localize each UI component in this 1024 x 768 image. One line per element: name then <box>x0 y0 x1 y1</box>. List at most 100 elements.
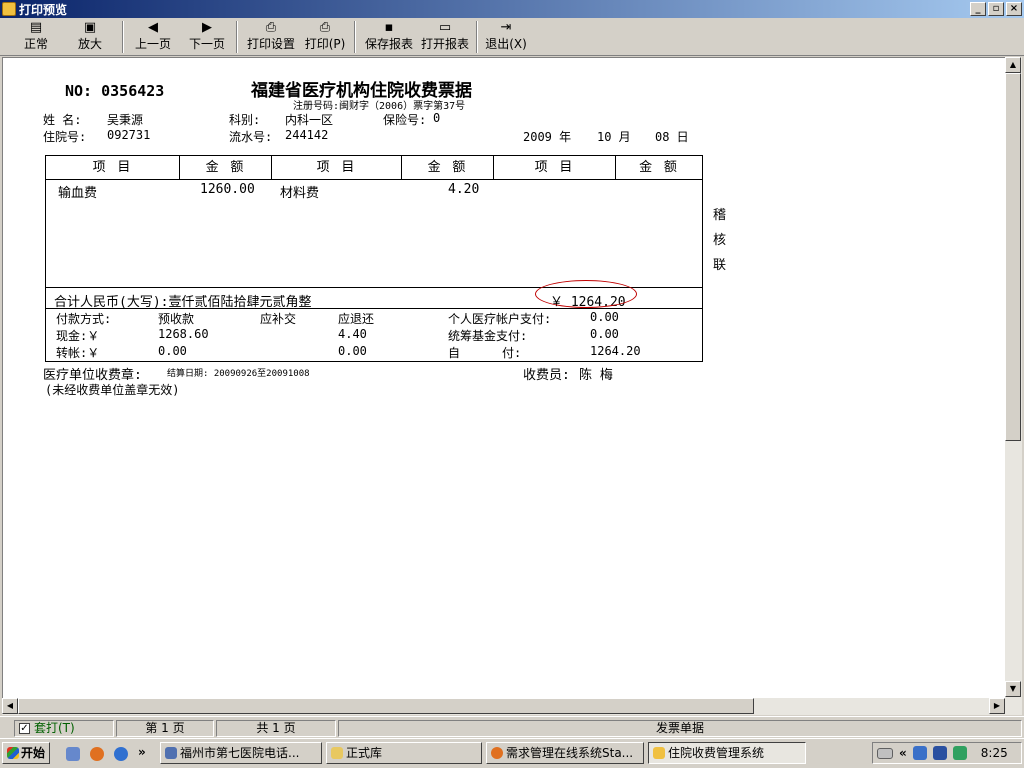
print-setup-button[interactable]: ⎙ 打印设置 <box>244 20 298 54</box>
side-mark-1: 稽 <box>713 208 727 223</box>
vertical-scroll-thumb[interactable] <box>1005 73 1021 441</box>
minimize-button[interactable]: _ <box>970 2 986 16</box>
prev-page-button[interactable]: ◀ 上一页 <box>132 20 174 54</box>
horizontal-scrollbar[interactable]: ◀ ▶ <box>2 698 1022 715</box>
system-tray: « 8:25 <box>872 742 1022 764</box>
scroll-left-icon[interactable]: ◀ <box>2 698 18 714</box>
document-name: 发票单据 <box>338 720 1022 737</box>
receipt-table: 项 目 金 额 项 目 金 额 项 目 金 额 输血费 1260.00 材料费 … <box>45 155 703 362</box>
transfer-refund: 0.00 <box>338 344 367 358</box>
zoom-button[interactable]: ▣ 放大 <box>72 20 108 54</box>
exit-button[interactable]: ⇥ 退出(X) <box>484 20 528 54</box>
task-button[interactable]: 福州市第七医院电话... <box>160 742 322 764</box>
personal-account-label: 个人医疗帐户支付: <box>448 312 552 326</box>
insurance-value: 0 <box>433 111 441 125</box>
monitor-icon[interactable] <box>932 746 947 760</box>
app-icon <box>653 747 665 759</box>
cash-prepaid: 1268.60 <box>158 327 209 341</box>
scroll-up-icon[interactable]: ▲ <box>1005 57 1021 73</box>
refund-label: 应退还 <box>338 312 375 326</box>
start-button[interactable]: 开始 <box>2 742 50 764</box>
toolbar-separator <box>354 21 356 53</box>
quicklaunch-more-icon[interactable]: » <box>138 745 146 759</box>
receipt-note: (未经收费单位盖章无效) <box>45 383 180 397</box>
keyboard-icon[interactable] <box>877 747 893 759</box>
serial-value: 244142 <box>285 128 329 142</box>
app-icon <box>2 2 16 16</box>
scroll-down-icon[interactable]: ▼ <box>1005 681 1021 697</box>
umbrella-icon[interactable] <box>952 746 967 760</box>
task-button[interactable]: 需求管理在线系统Sta... <box>486 742 644 764</box>
open-report-button[interactable]: ▭ 打开报表 <box>418 20 472 54</box>
window-titlebar[interactable]: 打印预览 _ ▫ × <box>0 0 1024 18</box>
restore-button[interactable]: ▫ <box>988 2 1004 16</box>
preview-viewport: NO: 0356423 福建省医疗机构住院收费票据 注册号码:闽财字（2006）… <box>2 57 1005 698</box>
task-button-active[interactable]: 住院收费管理系统 <box>648 742 806 764</box>
inpatient-label: 住院号: <box>43 130 87 144</box>
item-name: 输血费 <box>58 186 98 201</box>
supplement-label: 应补交 <box>260 312 297 326</box>
normal-button[interactable]: ▤ 正常 <box>18 20 54 54</box>
total-pages: 共 1 页 <box>216 720 336 737</box>
self-pay-label-suffix: 付: <box>502 346 522 360</box>
scroll-right-icon[interactable]: ▶ <box>989 698 1005 714</box>
task-button[interactable]: 正式库 <box>326 742 482 764</box>
table-header: 项 目 金 额 项 目 金 额 项 目 金 额 <box>46 156 702 180</box>
cashier-name: 陈 梅 <box>579 368 613 383</box>
col-item-1: 项 目 <box>46 156 180 179</box>
col-amount-3: 金 额 <box>639 160 679 175</box>
date-day: 08 日 <box>655 130 689 144</box>
checkbox-checked-icon[interactable]: ✓ <box>19 723 30 734</box>
network-icon[interactable] <box>912 746 927 760</box>
dept-label: 科别: <box>229 113 261 127</box>
overprint-toggle[interactable]: ✓ 套打(T) <box>14 720 114 737</box>
vertical-scrollbar[interactable]: ▲ ▼ <box>1005 57 1022 698</box>
zoom-icon: ▣ <box>83 20 97 35</box>
arrow-left-icon: ◀ <box>148 20 158 35</box>
cashier-label: 收费员: <box>523 368 570 383</box>
horizontal-scroll-thumb[interactable] <box>18 698 754 714</box>
col-amount-2: 金 额 <box>402 156 494 179</box>
cash-refund: 4.40 <box>338 327 367 341</box>
receipt-number: NO: 0356423 <box>65 82 165 100</box>
self-pay-label: 自 <box>448 346 461 360</box>
side-mark-3: 联 <box>713 258 727 273</box>
ie-icon[interactable] <box>114 747 128 761</box>
clock: 8:25 <box>980 746 1008 760</box>
folder-open-icon: ▭ <box>438 20 452 35</box>
fund-value: 0.00 <box>590 327 619 341</box>
date-year: 2009 年 <box>523 130 572 144</box>
save-icon: ▪ <box>384 20 394 35</box>
arrow-right-icon: ▶ <box>202 20 212 35</box>
stamp-ellipse <box>535 280 637 308</box>
date-month: 10 月 <box>597 130 631 144</box>
pay-method-label: 付款方式: <box>56 312 112 326</box>
item-name: 材料费 <box>280 186 320 201</box>
close-button[interactable]: × <box>1006 2 1022 16</box>
next-page-button[interactable]: ▶ 下一页 <box>186 20 228 54</box>
window-title: 打印预览 <box>19 2 68 17</box>
status-bar: ✓ 套打(T) 第 1 页 共 1 页 发票单据 <box>0 716 1024 738</box>
toolbar-separator <box>476 21 478 53</box>
folder-icon <box>331 747 343 759</box>
col-amount-1: 金 额 <box>180 156 272 179</box>
receipt-page: NO: 0356423 福建省医疗机构住院收费票据 注册号码:闽财字（2006）… <box>3 58 1005 698</box>
current-page: 第 1 页 <box>116 720 214 737</box>
serial-label: 流水号: <box>229 130 273 144</box>
print-button[interactable]: ⎙ 打印(P) <box>302 20 348 54</box>
prepaid-label: 预收款 <box>158 312 195 326</box>
save-report-button[interactable]: ▪ 保存报表 <box>362 20 416 54</box>
taskbar: 开始 » 福州市第七医院电话... 正式库 需求管理在线系统Sta... 住院收… <box>0 738 1024 768</box>
page-icon: ▤ <box>29 20 43 35</box>
desktop-icon[interactable] <box>66 747 80 761</box>
printer-setup-icon: ⎙ <box>265 20 277 35</box>
windows-logo-icon <box>7 747 19 759</box>
tray-expand-icon[interactable]: « <box>899 746 907 760</box>
settle-period: 结算日期: 20090926至20091008 <box>167 369 310 379</box>
personal-account-value: 0.00 <box>590 310 619 324</box>
insurance-label: 保险号: <box>383 113 427 127</box>
browser-icon[interactable] <box>90 747 104 761</box>
item-amount: 4.20 <box>448 182 480 197</box>
inpatient-value: 092731 <box>107 128 151 142</box>
side-mark-2: 核 <box>713 233 727 248</box>
